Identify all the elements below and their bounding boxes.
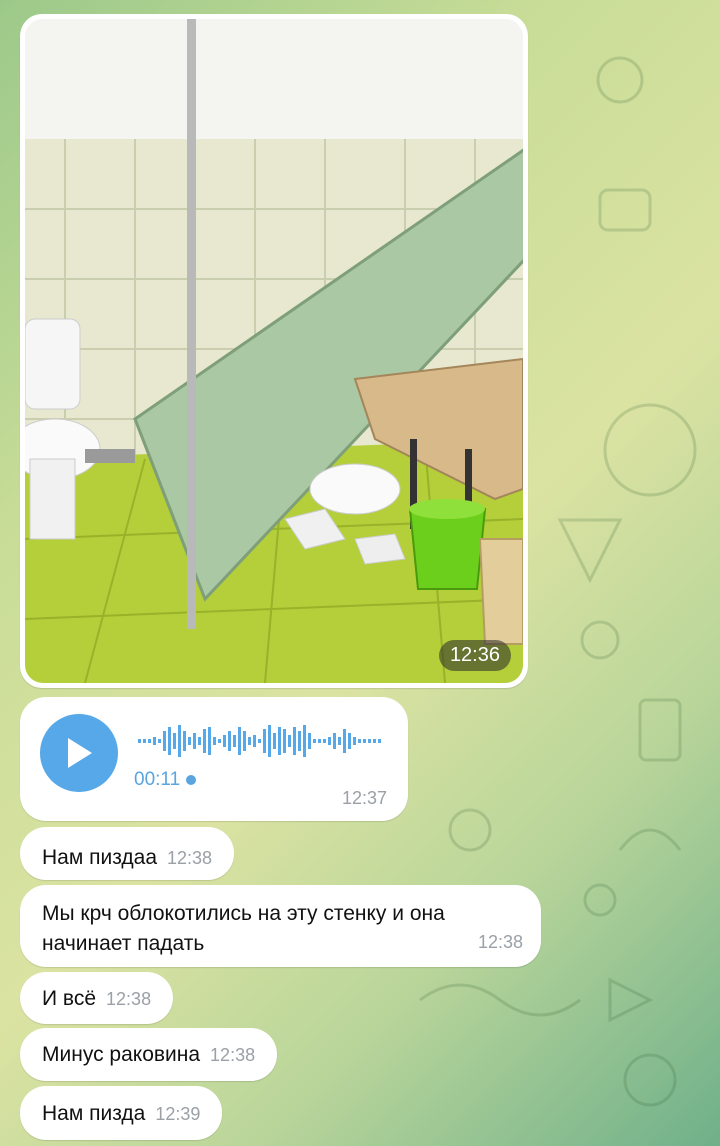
text-message[interactable]: Нам пизда 12:39 xyxy=(20,1086,223,1140)
message-timestamp: 12:38 xyxy=(477,932,523,952)
photo-message[interactable]: 12:36 xyxy=(20,14,528,688)
message-timestamp: 12:38 xyxy=(106,989,152,1009)
bathroom-scene-image xyxy=(25,19,523,683)
message-text: Мы крч облокотились на эту стенку и она … xyxy=(42,902,445,955)
text-message[interactable]: Минус раковина 12:38 xyxy=(20,1028,278,1081)
play-button[interactable] xyxy=(40,714,118,792)
voice-waveform[interactable] xyxy=(138,723,388,759)
voice-message[interactable]: 00:11 12:37 xyxy=(20,697,408,821)
unplayed-dot-icon xyxy=(186,774,197,785)
photo-image[interactable]: 12:36 xyxy=(25,19,523,683)
message-text: И всё xyxy=(42,987,97,1010)
voice-duration: 00:11 xyxy=(134,769,197,791)
text-message[interactable]: Нам пиздаа 12:38 xyxy=(20,827,235,880)
message-timestamp: 12:38 xyxy=(210,1045,256,1065)
message-text: Нам пиздаа xyxy=(42,846,157,869)
message-timestamp: 12:39 xyxy=(155,1104,201,1124)
text-message[interactable]: Мы крч облокотились на эту стенку и она … xyxy=(20,885,541,967)
photo-timestamp: 12:36 xyxy=(438,640,511,671)
message-timestamp: 12:38 xyxy=(167,848,213,868)
text-message[interactable]: И всё 12:38 xyxy=(20,972,174,1024)
message-text: Нам пизда xyxy=(42,1102,146,1125)
voice-timestamp: 12:37 xyxy=(341,788,387,808)
play-icon xyxy=(68,738,92,768)
message-text: Минус раковина xyxy=(42,1043,201,1066)
